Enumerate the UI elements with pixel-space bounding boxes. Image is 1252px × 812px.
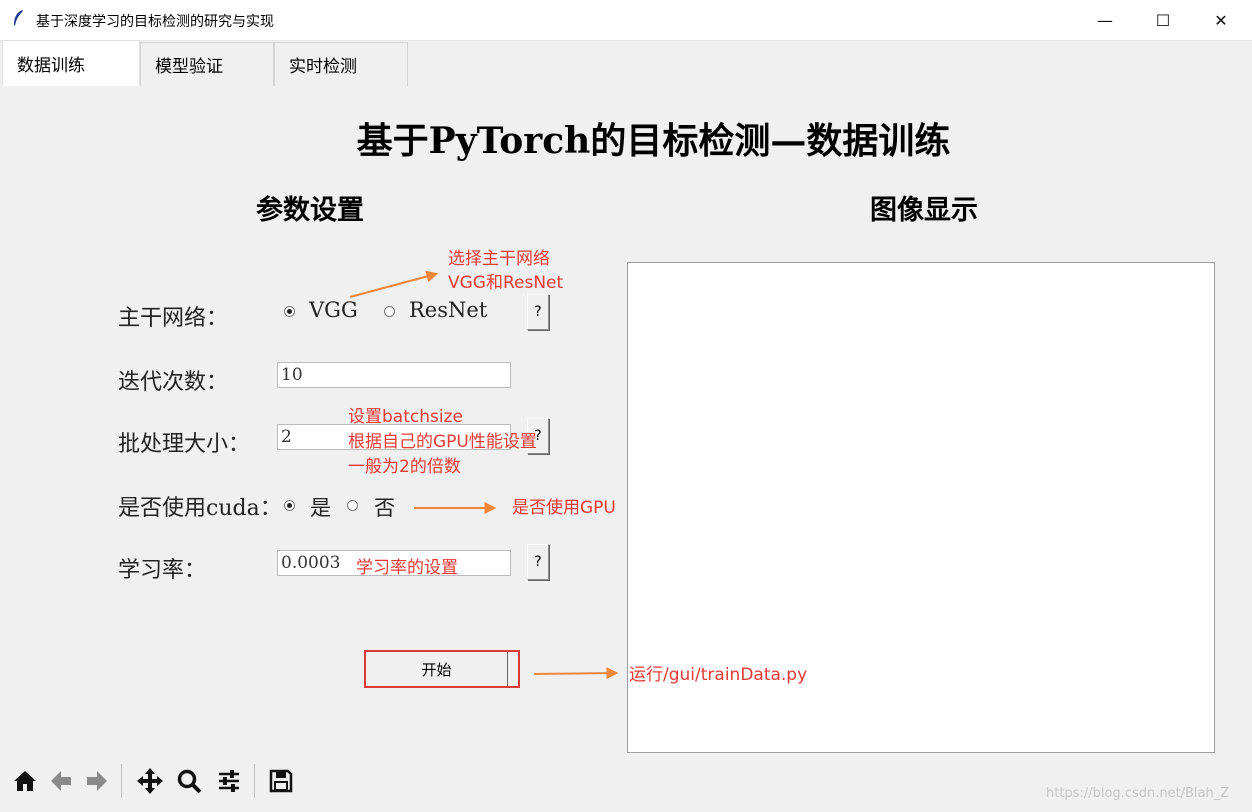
pan-icon[interactable] [133,764,167,798]
annotation-arrows [349,270,619,680]
toolbar-separator [254,764,255,798]
configure-subplots-icon[interactable] [212,764,246,798]
save-icon[interactable] [264,764,298,798]
watermark: https://blog.csdn.net/Blah_Z [1046,786,1230,801]
back-arrow-icon[interactable] [44,764,78,798]
home-icon[interactable] [8,764,42,798]
zoom-icon[interactable] [172,764,206,798]
arrow-backbone [349,270,439,298]
arrow-start [533,667,619,680]
forward-arrow-icon[interactable] [80,764,114,798]
toolbar-separator [121,764,122,798]
